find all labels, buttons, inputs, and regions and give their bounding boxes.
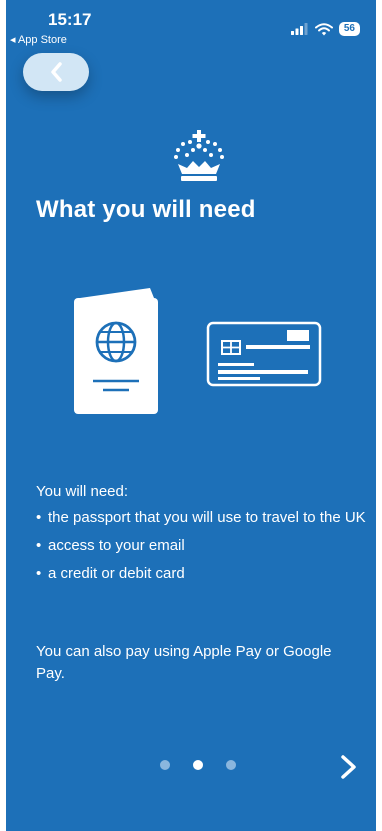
chevron-left-icon (51, 62, 62, 82)
chevron-right-icon (341, 755, 356, 779)
requirements-intro: You will need: (36, 483, 129, 500)
requirements-list: the passport that you will use to travel… (36, 507, 366, 584)
back-to-app-store-link[interactable]: ◂ App Store (10, 33, 67, 46)
passport-icon (74, 288, 158, 414)
list-item: access to your email (36, 535, 366, 556)
battery-indicator: 56 (338, 22, 360, 36)
next-button[interactable] (334, 753, 362, 781)
page-dot-3[interactable] (226, 760, 236, 770)
back-button[interactable] (23, 53, 89, 91)
page-dot-2[interactable] (193, 760, 203, 770)
crown-icon (174, 130, 224, 181)
wifi-icon (314, 22, 333, 35)
requirements-text: You will need: the passport that you wil… (36, 481, 366, 591)
page-indicator (160, 760, 236, 770)
cellular-signal-icon (290, 23, 308, 35)
list-item: a credit or debit card (36, 563, 366, 584)
documents-illustration (74, 288, 322, 414)
onboarding-screen: 15:17 ◂ App Store 56 What you will need … (6, 0, 376, 831)
status-icons: 56 (290, 21, 360, 37)
page-title: What you will need (36, 196, 256, 223)
status-bar: 15:17 ◂ App Store 56 (6, 0, 376, 46)
status-time: 15:17 (48, 10, 92, 29)
page-dot-1[interactable] (160, 760, 170, 770)
list-item: the passport that you will use to travel… (36, 507, 366, 528)
payment-note: You can also pay using Apple Pay or Goog… (36, 643, 332, 682)
credit-card-icon (206, 321, 322, 387)
